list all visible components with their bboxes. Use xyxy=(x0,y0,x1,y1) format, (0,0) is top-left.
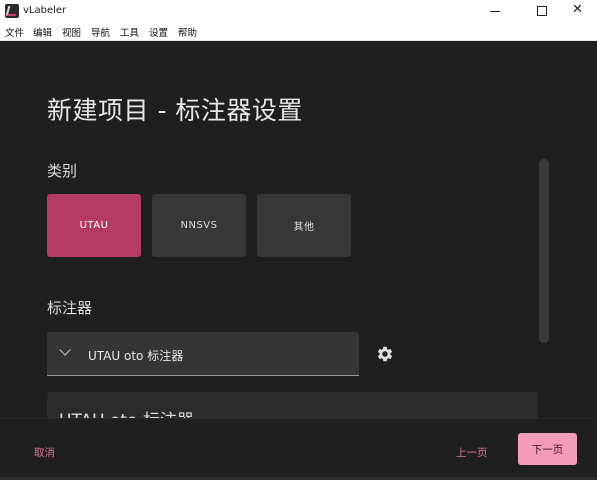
category-label: 类别 xyxy=(47,162,78,180)
minimize-button[interactable] xyxy=(472,0,518,23)
menu-file[interactable]: 文件 xyxy=(5,25,24,39)
cancel-button[interactable]: 取消 xyxy=(34,445,55,460)
labeler-select-value: UTAU oto 标注器 xyxy=(88,349,184,363)
gear-icon[interactable] xyxy=(376,345,394,363)
menu-edit[interactable]: 编辑 xyxy=(33,25,52,39)
labeler-card-title: UTAU oto 标注器 xyxy=(59,406,194,418)
category-other-label: 其他 xyxy=(293,222,315,233)
main-content: 新建项目 - 标注器设置 类别 UTAU NNSVS 其他 标注器 UTAU o… xyxy=(1,41,596,418)
category-other-button[interactable]: 其他 xyxy=(257,194,351,257)
menu-view[interactable]: 视图 xyxy=(62,25,81,39)
menu-help[interactable]: 帮助 xyxy=(178,25,197,39)
menu-settings[interactable]: 设置 xyxy=(149,25,168,39)
close-icon: ✕ xyxy=(572,2,583,17)
title-bar: vLabeler ✕ xyxy=(0,0,597,23)
chevron-down-icon xyxy=(59,344,71,356)
page-title: 新建项目 - 标注器设置 xyxy=(47,96,303,125)
menu-tools[interactable]: 工具 xyxy=(120,25,139,39)
close-button[interactable]: ✕ xyxy=(551,0,597,23)
labeler-info-card: UTAU oto 标注器 xyxy=(47,392,538,418)
menu-navigate[interactable]: 导航 xyxy=(91,25,110,39)
category-nnsvs-label: NNSVS xyxy=(180,220,218,231)
menu-bar: 文件 编辑 视图 导航 工具 设置 帮助 xyxy=(0,23,597,41)
next-button[interactable]: 下一页 xyxy=(518,433,577,465)
vlabeler-logo-icon xyxy=(5,4,19,18)
next-button-label: 下一页 xyxy=(531,443,564,456)
category-nnsvs-button[interactable]: NNSVS xyxy=(152,194,246,257)
footer-bar: 取消 上一页 下一页 xyxy=(1,418,596,479)
vertical-scrollbar[interactable] xyxy=(539,159,549,343)
labeler-select[interactable]: UTAU oto 标注器 xyxy=(47,332,359,376)
category-utau-label: UTAU xyxy=(79,220,109,231)
category-utau-button[interactable]: UTAU xyxy=(47,194,141,257)
window-title: vLabeler xyxy=(23,5,67,16)
labeler-label: 标注器 xyxy=(47,299,93,317)
previous-button[interactable]: 上一页 xyxy=(456,445,488,460)
